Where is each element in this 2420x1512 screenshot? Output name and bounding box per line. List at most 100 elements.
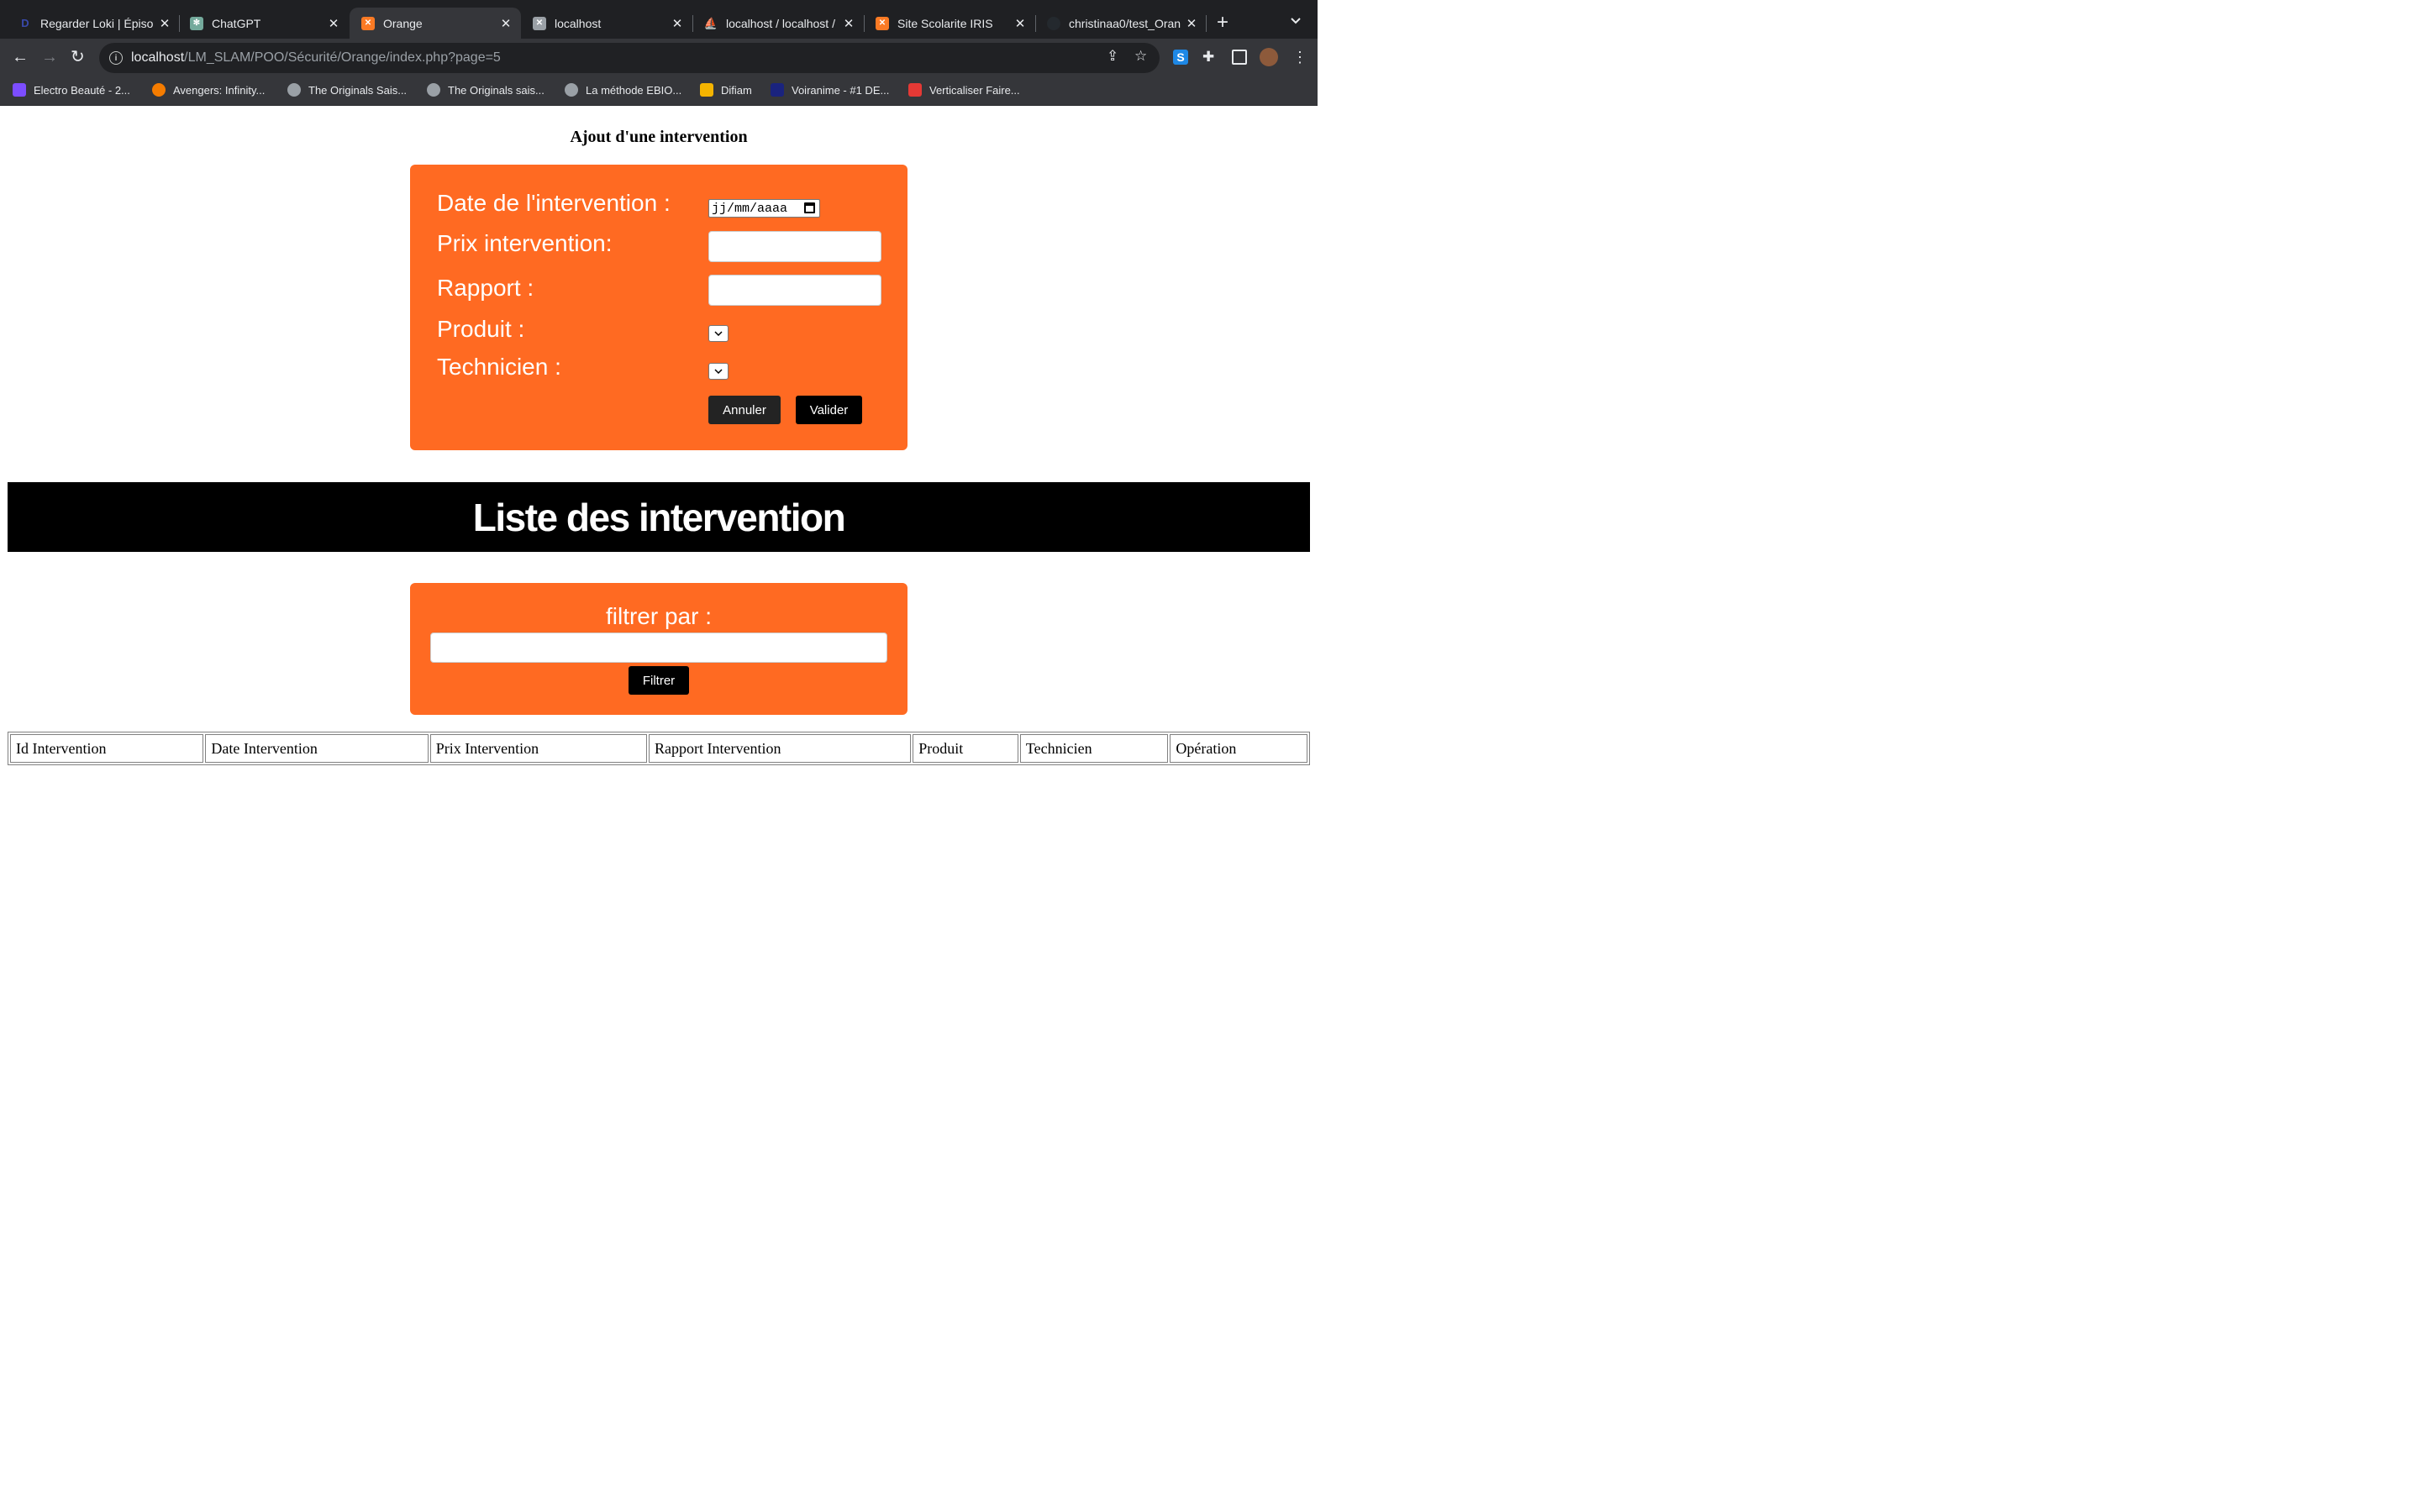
tab-localhost[interactable]: ✕ localhost ✕ — [521, 8, 692, 39]
bookmark-label: Verticaliser Faire... — [929, 83, 1020, 97]
close-tab-icon[interactable]: ✕ — [1185, 16, 1198, 31]
flame-favicon-icon — [700, 83, 713, 97]
form-heading: Ajout d'une intervention — [570, 128, 748, 146]
close-tab-icon[interactable]: ✕ — [327, 16, 340, 31]
prix-input[interactable] — [708, 231, 881, 262]
tab-title: Site Scolarite IRIS — [897, 16, 993, 30]
tab-strip: D Regarder Loki | Épiso ✕ ✻ ChatGPT ✕ ✕ … — [0, 0, 1318, 39]
extension-s-icon[interactable]: S — [1173, 50, 1188, 65]
github-favicon-icon — [1047, 16, 1060, 30]
tab-title: christinaa0/test_Oran — [1069, 16, 1181, 30]
intervention-form: Date de l'intervention : jj/mm/aaaa Prix… — [410, 165, 908, 450]
share-icon[interactable]: ⇪ — [1107, 48, 1118, 65]
column-header-rapport: Rapport Intervention — [649, 734, 912, 763]
tab-separator — [1206, 15, 1207, 32]
tab-orange[interactable]: ✕ Orange ✕ — [350, 8, 521, 39]
tab-github[interactable]: christinaa0/test_Oran ✕ — [1035, 8, 1207, 39]
bookmark-item[interactable]: The Originals Sais... — [287, 83, 407, 97]
rapport-input[interactable] — [708, 275, 881, 306]
filter-form: filtrer par : Filtrer — [410, 583, 908, 715]
interventions-table: Id Intervention Date Intervention Prix I… — [8, 732, 1310, 765]
profile-avatar[interactable] — [1260, 48, 1278, 66]
bookmark-label: La méthode EBIO... — [586, 83, 682, 97]
url-host: localhost — [131, 50, 185, 65]
tab-loki[interactable]: D Regarder Loki | Épiso ✕ — [7, 8, 180, 39]
site-info-icon[interactable]: i — [109, 51, 123, 65]
bookmark-item[interactable]: Electro Beauté - 2... — [13, 83, 130, 97]
tab-search-chevron-icon[interactable] — [1290, 14, 1302, 28]
xampp-favicon-icon: ✕ — [361, 16, 375, 30]
column-header-id: Id Intervention — [10, 734, 204, 763]
url-path: /LM_SLAM/POO/Sécurité/Orange/index.php?p… — [184, 50, 501, 65]
back-arrow-icon[interactable]: ← — [12, 48, 29, 66]
column-header-prix: Prix Intervention — [429, 734, 648, 763]
date-label: Date de l'intervention : — [437, 190, 671, 216]
table-header-row: Id Intervention Date Intervention Prix I… — [10, 734, 1307, 763]
close-tab-icon[interactable]: ✕ — [842, 16, 855, 31]
bookmark-item[interactable]: The Originals sais... — [427, 83, 544, 97]
column-header-date: Date Intervention — [205, 734, 429, 763]
forward-arrow-icon[interactable]: → — [41, 48, 58, 66]
page-favicon-icon: ✕ — [533, 16, 546, 30]
extensions-puzzle-icon[interactable]: ✚ — [1202, 50, 1218, 65]
produit-label: Produit : — [437, 316, 525, 342]
address-bar[interactable]: i localhost /LM_SLAM/POO/Sécurité/Orange… — [99, 43, 1160, 73]
filter-label: filtrer par : — [605, 603, 713, 629]
filter-input[interactable] — [430, 633, 887, 663]
voiranime-favicon-icon — [771, 83, 784, 97]
bookmark-label: The Originals Sais... — [308, 83, 408, 97]
produit-select[interactable] — [708, 325, 729, 342]
technicien-label: Technicien : — [437, 354, 561, 380]
menu-kebab-icon[interactable]: ⋮ — [1292, 50, 1307, 65]
column-header-produit: Produit — [913, 734, 1018, 763]
bookmark-item[interactable]: La méthode EBIO... — [565, 83, 681, 97]
tab-phpmyadmin[interactable]: ⛵ localhost / localhost / ✕ — [692, 8, 864, 39]
date-input[interactable]: jj/mm/aaaa — [708, 199, 820, 218]
tab-title: ChatGPT — [212, 16, 261, 30]
side-panel-icon[interactable] — [1232, 50, 1247, 65]
bookmark-item[interactable]: Voiranime - #1 DE... — [771, 83, 889, 97]
tab-title: Regarder Loki | Épiso — [40, 16, 154, 30]
bookmark-star-icon[interactable]: ☆ — [1134, 48, 1147, 65]
tab-title: localhost — [555, 16, 602, 30]
calendar-icon[interactable] — [804, 202, 815, 213]
column-header-operation: Opération — [1170, 734, 1307, 763]
disney-favicon-icon: D — [21, 17, 29, 29]
chatgpt-favicon-icon: ✻ — [190, 16, 203, 30]
globe-icon — [427, 83, 440, 97]
bookmark-label: Avengers: Infinity... — [173, 83, 266, 97]
filter-button[interactable]: Filtrer — [629, 666, 689, 695]
bookmark-label: Difiam — [721, 83, 752, 97]
close-tab-icon[interactable]: ✕ — [1013, 16, 1027, 31]
tab-title: Orange — [383, 16, 423, 30]
date-placeholder: jj/mm/aaaa — [712, 201, 788, 216]
globe-icon — [287, 83, 301, 97]
list-banner-title: Liste des intervention — [8, 482, 1310, 552]
play-favicon-icon — [152, 83, 166, 97]
rapport-label: Rapport : — [437, 275, 534, 301]
xampp-favicon-icon: ✕ — [876, 16, 889, 30]
close-tab-icon[interactable]: ✕ — [499, 16, 513, 31]
bookmark-label: Voiranime - #1 DE... — [792, 83, 890, 97]
bookmark-item[interactable]: Verticaliser Faire... — [908, 83, 1020, 97]
chevron-down-icon — [714, 331, 723, 336]
bookmark-label: Electro Beauté - 2... — [34, 83, 130, 97]
bookmark-item[interactable]: Difiam — [700, 83, 752, 97]
new-tab-icon[interactable]: + — [1217, 11, 1228, 34]
submit-button[interactable]: Valider — [796, 396, 862, 424]
bookmarks-bar: Electro Beauté - 2... Avengers: Infinity… — [0, 76, 1318, 106]
phpmyadmin-favicon-icon: ⛵ — [703, 16, 718, 29]
technicien-select[interactable] — [708, 363, 729, 380]
close-tab-icon[interactable]: ✕ — [158, 16, 171, 31]
bookmark-favicon-icon — [908, 83, 922, 97]
browser-toolbar: ← → ↻ i localhost /LM_SLAM/POO/Sécurité/… — [0, 39, 1318, 76]
tab-chatgpt[interactable]: ✻ ChatGPT ✕ — [178, 8, 349, 39]
prix-label: Prix intervention: — [437, 230, 613, 256]
bookmark-favicon-icon — [13, 83, 26, 97]
cancel-button[interactable]: Annuler — [708, 396, 781, 424]
globe-icon — [565, 83, 578, 97]
close-tab-icon[interactable]: ✕ — [671, 16, 684, 31]
bookmark-item[interactable]: Avengers: Infinity... — [152, 83, 265, 97]
tab-scolarite[interactable]: ✕ Site Scolarite IRIS ✕ — [864, 8, 1035, 39]
reload-icon[interactable]: ↻ — [71, 48, 85, 66]
